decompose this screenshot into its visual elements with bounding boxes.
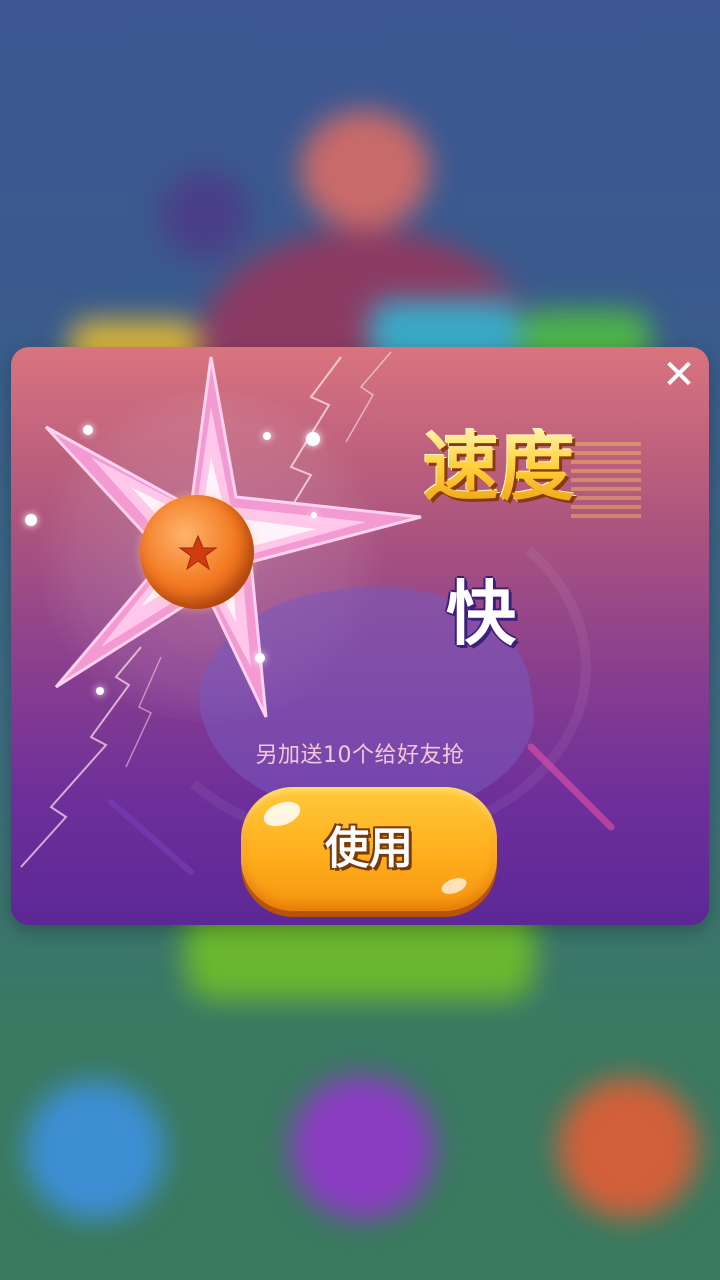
bg-skin-button bbox=[290, 1075, 435, 1220]
bonus-text: 另加送10个给好友抢 bbox=[255, 743, 465, 768]
powerup-value: 快 bbox=[446, 573, 516, 655]
bg-ball-purple bbox=[160, 170, 250, 260]
sparkle bbox=[83, 425, 93, 435]
close-icon: ✕ bbox=[662, 352, 696, 398]
bg-leaderboard-button bbox=[25, 1080, 165, 1220]
bg-title-ball-red bbox=[300, 110, 430, 230]
sparkle bbox=[263, 432, 271, 440]
sparkle bbox=[311, 512, 317, 518]
bg-share-button bbox=[558, 1078, 698, 1218]
close-button[interactable]: ✕ bbox=[657, 353, 701, 397]
use-button[interactable]: 使用 bbox=[241, 787, 497, 911]
powerup-title: 速度 bbox=[379, 429, 619, 505]
sparkle bbox=[255, 653, 265, 663]
sparkle bbox=[96, 687, 104, 695]
powerup-popup: ✕ 速度 快 另加送10个给好友抢 使用 bbox=[11, 347, 709, 925]
dragon-ball-star-icon bbox=[178, 534, 218, 571]
sparkle bbox=[306, 432, 320, 446]
use-button-label: 使用 bbox=[325, 823, 413, 874]
sparkle bbox=[25, 514, 37, 526]
